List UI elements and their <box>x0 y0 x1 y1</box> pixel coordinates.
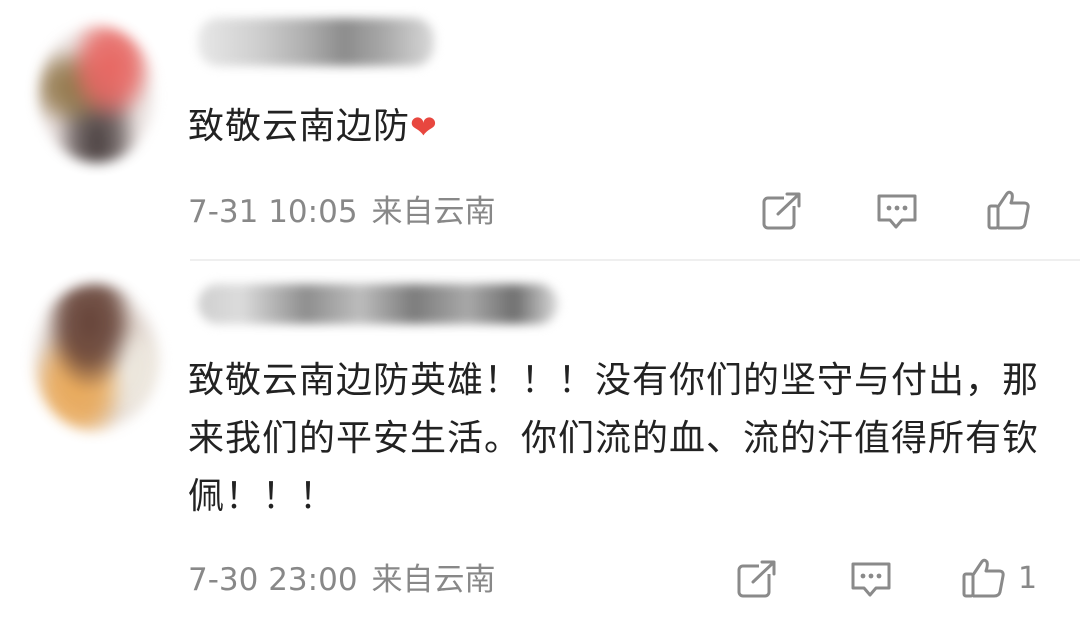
comment-button[interactable] <box>848 554 894 606</box>
like-button[interactable] <box>985 184 1043 236</box>
avatar[interactable] <box>38 25 156 163</box>
comment-text: 致敬云南边防英雄！！！没有你们的坚守与付出，那来我们的平安生活。你们流的血、流的… <box>188 360 1040 517</box>
share-icon <box>762 192 802 230</box>
thumbs-up-icon <box>962 558 1005 598</box>
share-button[interactable] <box>760 186 804 238</box>
share-icon <box>737 560 777 598</box>
username-blurred[interactable] <box>198 18 434 66</box>
comment-timestamp: 7-30 23:00 <box>188 562 358 598</box>
share-button[interactable] <box>735 554 779 606</box>
like-button[interactable]: 1 <box>960 552 1037 604</box>
comment-text: 致敬云南边防❤ <box>188 98 1040 156</box>
username-blurred[interactable] <box>198 284 558 324</box>
comment-item: 致敬云南边防英雄！！！没有你们的坚守与付出，那来我们的平安生活。你们流的血、流的… <box>0 262 1080 620</box>
comment-body: 致敬云南边防 <box>188 106 411 147</box>
avatar[interactable] <box>32 284 160 432</box>
comment-location: 来自云南 <box>371 562 496 598</box>
comment-item: 致敬云南边防❤ 7-31 10:05 来自云南 <box>0 0 1080 258</box>
comment-meta: 7-30 23:00 来自云南 <box>188 560 510 600</box>
comment-icon <box>877 194 917 229</box>
heart-emoji: ❤ <box>410 108 438 146</box>
divider <box>190 259 1080 261</box>
thumbs-up-icon <box>987 190 1030 230</box>
comment-location: 来自云南 <box>371 194 496 230</box>
like-count: 1 <box>1018 560 1038 596</box>
comment-button[interactable] <box>874 186 920 238</box>
comment-meta: 7-31 10:05 来自云南 <box>188 192 510 232</box>
comment-icon <box>851 562 891 597</box>
comment-timestamp: 7-31 10:05 <box>188 194 358 230</box>
